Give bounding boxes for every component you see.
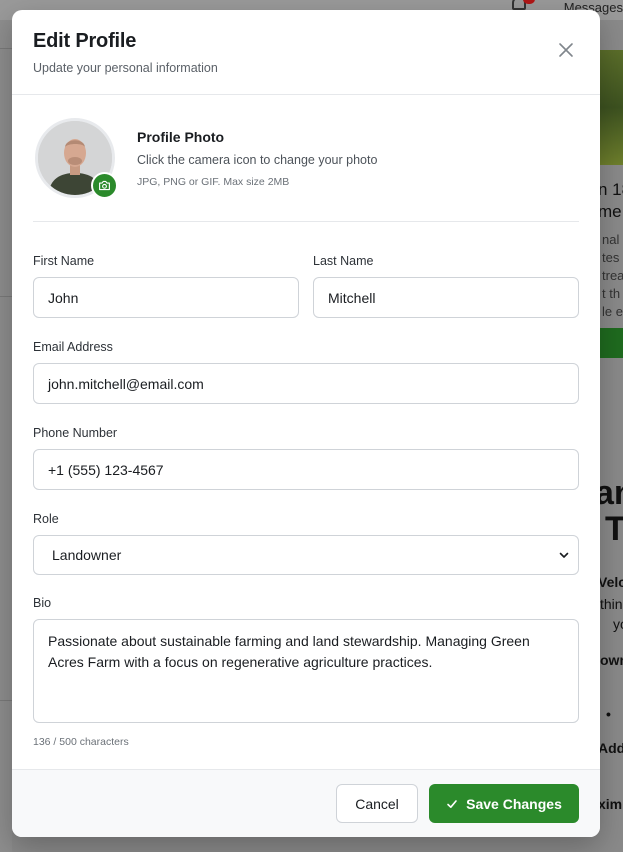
cancel-button[interactable]: Cancel xyxy=(336,784,418,823)
check-icon xyxy=(447,799,457,808)
camera-icon xyxy=(99,180,110,191)
avatar-wrapper xyxy=(35,118,118,199)
change-photo-button[interactable] xyxy=(91,172,118,199)
cancel-label: Cancel xyxy=(355,795,399,812)
edit-profile-modal: Edit Profile Update your personal inform… xyxy=(12,10,600,837)
background-divider xyxy=(0,700,12,701)
last-name-label: Last Name xyxy=(313,254,374,268)
first-name-value: John xyxy=(48,289,79,306)
background-card-text: tes l xyxy=(602,250,623,265)
background-text: xim xyxy=(598,796,623,812)
save-changes-button[interactable]: Save Changes xyxy=(429,784,579,823)
background-card-text: trea xyxy=(602,268,623,283)
phone-value: +1 (555) 123-4567 xyxy=(48,461,164,478)
photo-info: Profile Photo Click the camera icon to c… xyxy=(137,129,377,188)
bio-textarea[interactable]: Passionate about sustainable farming and… xyxy=(33,619,579,723)
close-button[interactable] xyxy=(558,42,574,58)
bio-label: Bio xyxy=(33,596,52,610)
email-input[interactable]: john.mitchell@email.com xyxy=(33,363,579,404)
close-icon xyxy=(559,43,573,57)
chevron-down-icon xyxy=(559,552,569,558)
photo-description: Click the camera icon to change your pho… xyxy=(137,153,378,167)
profile-photo-section: Profile Photo Click the camera icon to c… xyxy=(33,95,579,222)
modal-title: Edit Profile xyxy=(33,30,137,52)
background-text: own xyxy=(600,652,623,668)
background-text: • xyxy=(606,706,611,722)
bio-char-count: 136 / 500 characters xyxy=(33,736,129,748)
email-value: john.mitchell@email.com xyxy=(48,375,204,392)
background-green-button xyxy=(598,328,623,358)
save-label: Save Changes xyxy=(466,795,562,812)
background-divider xyxy=(0,48,12,49)
background-heading: T xyxy=(605,510,623,548)
photo-hint: JPG, PNG or GIF. Max size 2MB xyxy=(137,176,290,188)
background-card-title: me xyxy=(598,202,622,221)
background-text: thin xyxy=(600,596,623,612)
modal-header: Edit Profile Update your personal inform… xyxy=(12,10,600,95)
phone-label: Phone Number xyxy=(33,426,118,440)
first-name-input[interactable]: John xyxy=(33,277,299,318)
background-text: Add xyxy=(598,740,623,756)
background-card-text: le e xyxy=(602,304,623,319)
role-label: Role xyxy=(33,512,59,526)
modal-subtitle: Update your personal information xyxy=(33,61,218,75)
phone-input[interactable]: +1 (555) 123-4567 xyxy=(33,449,579,490)
role-select[interactable]: Landowner xyxy=(33,535,579,575)
last-name-value: Mitchell xyxy=(328,289,376,306)
background-photo xyxy=(598,50,623,165)
background-divider xyxy=(0,296,12,297)
first-name-label: First Name xyxy=(33,254,95,268)
modal-footer: Cancel Save Changes xyxy=(12,769,600,837)
modal-body[interactable]: Profile Photo Click the camera icon to c… xyxy=(12,95,600,769)
background-card-text: nal xyxy=(602,232,620,247)
background-card-title: n 18 xyxy=(598,180,623,199)
last-name-input[interactable]: Mitchell xyxy=(313,277,579,318)
email-label: Email Address xyxy=(33,340,113,354)
photo-title: Profile Photo xyxy=(137,129,225,145)
role-value: Landowner xyxy=(52,547,122,563)
background-card-text: t th xyxy=(602,286,621,301)
background-text: yo xyxy=(613,616,623,632)
background-left-strip xyxy=(0,20,12,852)
bio-value: Passionate about sustainable farming and… xyxy=(48,633,530,670)
background-text: Velc xyxy=(598,574,623,590)
